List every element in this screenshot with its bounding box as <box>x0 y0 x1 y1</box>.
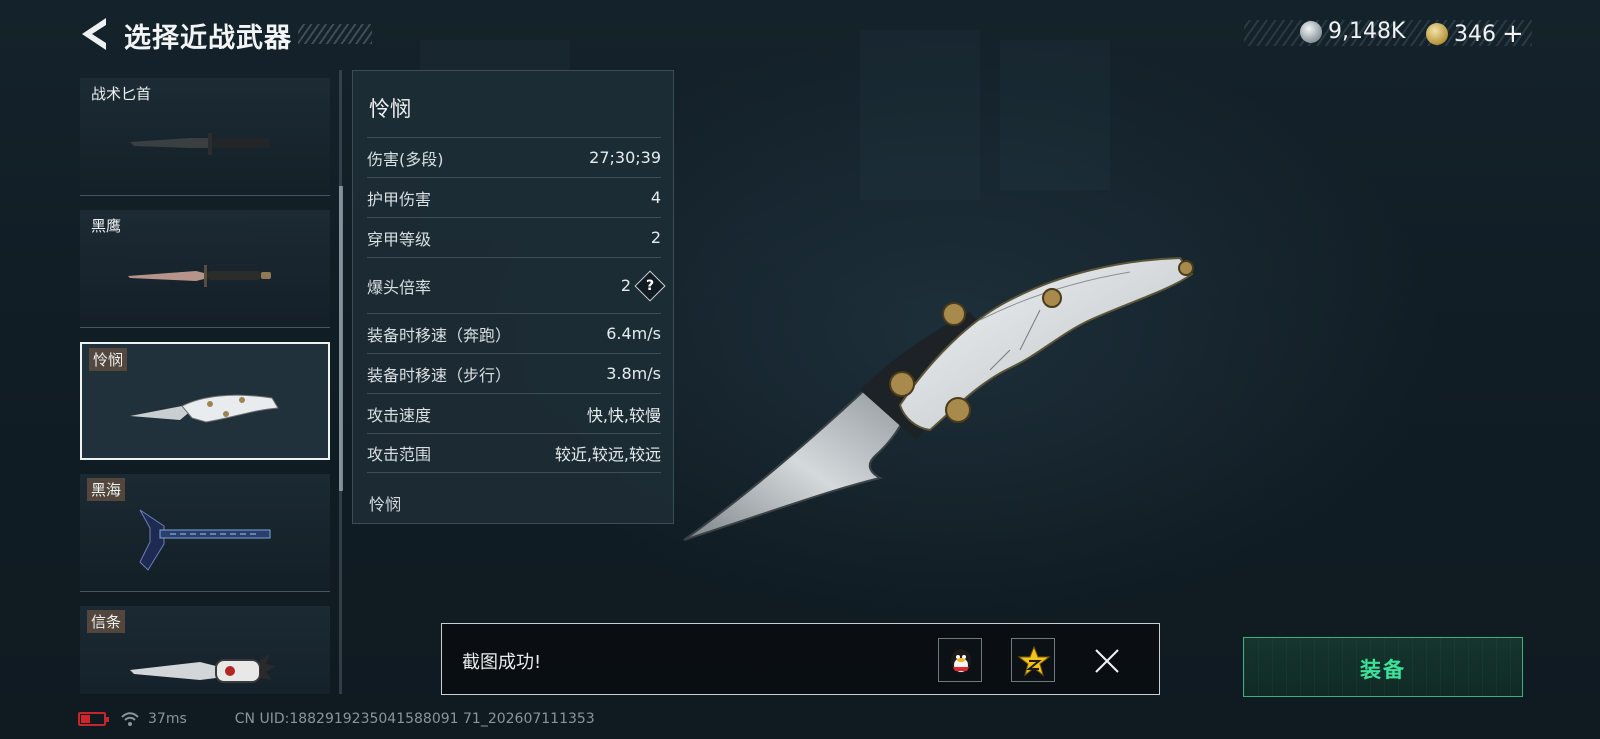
weapon-name: 黑海 <box>87 478 126 501</box>
equip-button[interactable]: 装备 <box>1243 637 1523 697</box>
share-qq-button[interactable] <box>938 638 982 682</box>
black-sea-axe-icon <box>139 509 271 571</box>
stat-value: 4 <box>650 188 661 207</box>
silver-coin-icon <box>1300 20 1322 43</box>
weapon-card[interactable]: 战术匕首 <box>80 78 330 196</box>
currency-silver: 9,148K <box>1300 19 1405 44</box>
stat-value: 3.8m/s <box>606 364 661 383</box>
stat-value: 6.4m/s <box>606 324 661 343</box>
currency-silver-value: 9,148K <box>1328 19 1406 44</box>
weapon-description: 怜悯 <box>369 495 402 514</box>
weapon-name: 黑鹰 <box>91 217 122 235</box>
stat-value: 快,快,较慢 <box>586 405 661 425</box>
weapon-name: 信条 <box>87 610 126 633</box>
add-currency-button[interactable]: + <box>1502 19 1524 49</box>
stat-label: 攻击速度 <box>367 405 432 425</box>
black-eagle-knife-icon <box>128 265 271 287</box>
tactical-dagger-icon <box>130 133 270 155</box>
status-bar: 37ms CN UID:1882919235041588091 71_20260… <box>78 708 595 730</box>
weapon-card[interactable]: 黑鹰 <box>80 210 330 328</box>
background-panel <box>1000 40 1110 190</box>
stat-value: 2 <box>620 276 631 295</box>
stat-row-penetration: 穿甲等级 2 <box>367 217 661 257</box>
stat-row-damage: 伤害(多段) 27;30;39 <box>367 137 661 177</box>
weapon-card[interactable]: 信条 <box>80 606 330 694</box>
stat-row-attack-range: 攻击范围 较近,较远,较远 <box>367 433 661 473</box>
weapon-card[interactable]: 怜悯 <box>80 342 330 460</box>
wifi-icon <box>121 712 139 726</box>
battery-icon <box>78 712 109 726</box>
stat-label: 护甲伤害 <box>367 189 432 209</box>
stat-label: 爆头倍率 <box>367 277 432 297</box>
share-qzone-button[interactable] <box>1011 638 1055 682</box>
stat-label: 穿甲等级 <box>367 229 432 249</box>
creed-knuckle-knife-icon <box>130 654 276 683</box>
background-panel <box>860 30 980 200</box>
qq-icon <box>951 649 971 673</box>
weapon-stats-panel: 怜悯 伤害(多段) 27;30;39 护甲伤害 4 穿甲等级 2 爆头倍率 2 … <box>352 70 674 524</box>
weapon-card[interactable]: 黑海 <box>80 474 330 592</box>
weapon-name: 战术匕首 <box>91 85 152 103</box>
mercy-knife-icon <box>130 394 279 423</box>
stat-row-armor-damage: 护甲伤害 4 <box>367 177 661 217</box>
stat-row-attack-speed: 攻击速度 快,快,较慢 <box>367 393 661 433</box>
stat-value: 2 <box>650 228 661 247</box>
stat-value: 27;30;39 <box>589 148 661 167</box>
equip-button-label: 装备 <box>1360 658 1406 682</box>
knife-preview-image[interactable] <box>680 250 1220 550</box>
stat-value: 较近,较远,较远 <box>554 445 661 464</box>
currency-gold: 346 + <box>1426 19 1524 49</box>
stat-label: 攻击范围 <box>367 445 432 464</box>
help-icon[interactable]: ? <box>634 269 666 302</box>
title-decoration <box>298 24 372 44</box>
stats-title: 怜悯 <box>369 97 411 121</box>
close-icon[interactable] <box>1092 646 1122 676</box>
ping-value: 37ms <box>148 711 187 727</box>
screenshot-toast: 截图成功! <box>441 623 1160 695</box>
gold-triangle-coin-icon <box>1426 23 1448 45</box>
stat-row-walk-speed: 装备时移速（步行） 3.8m/s <box>367 353 661 393</box>
stat-label: 装备时移速（奔跑） <box>367 325 512 345</box>
weapon-list[interactable]: 战术匕首 黑鹰 怜悯 黑海 信条 <box>80 78 330 694</box>
uid-text: CN UID:1882919235041588091 71_2026071113… <box>234 711 595 727</box>
toast-message: 截图成功! <box>462 652 542 673</box>
stat-row-headshot: 爆头倍率 2 ? <box>367 257 666 313</box>
list-scrollbar-thumb[interactable] <box>339 186 343 491</box>
back-arrow-icon[interactable] <box>76 16 110 52</box>
stat-row-run-speed: 装备时移速（奔跑） 6.4m/s <box>367 313 661 353</box>
currency-gold-value: 346 <box>1454 21 1496 47</box>
stat-label: 装备时移速（步行） <box>367 365 512 385</box>
weapon-name: 怜悯 <box>89 348 128 371</box>
qzone-icon <box>1017 645 1051 677</box>
stat-label: 伤害(多段) <box>367 149 444 169</box>
